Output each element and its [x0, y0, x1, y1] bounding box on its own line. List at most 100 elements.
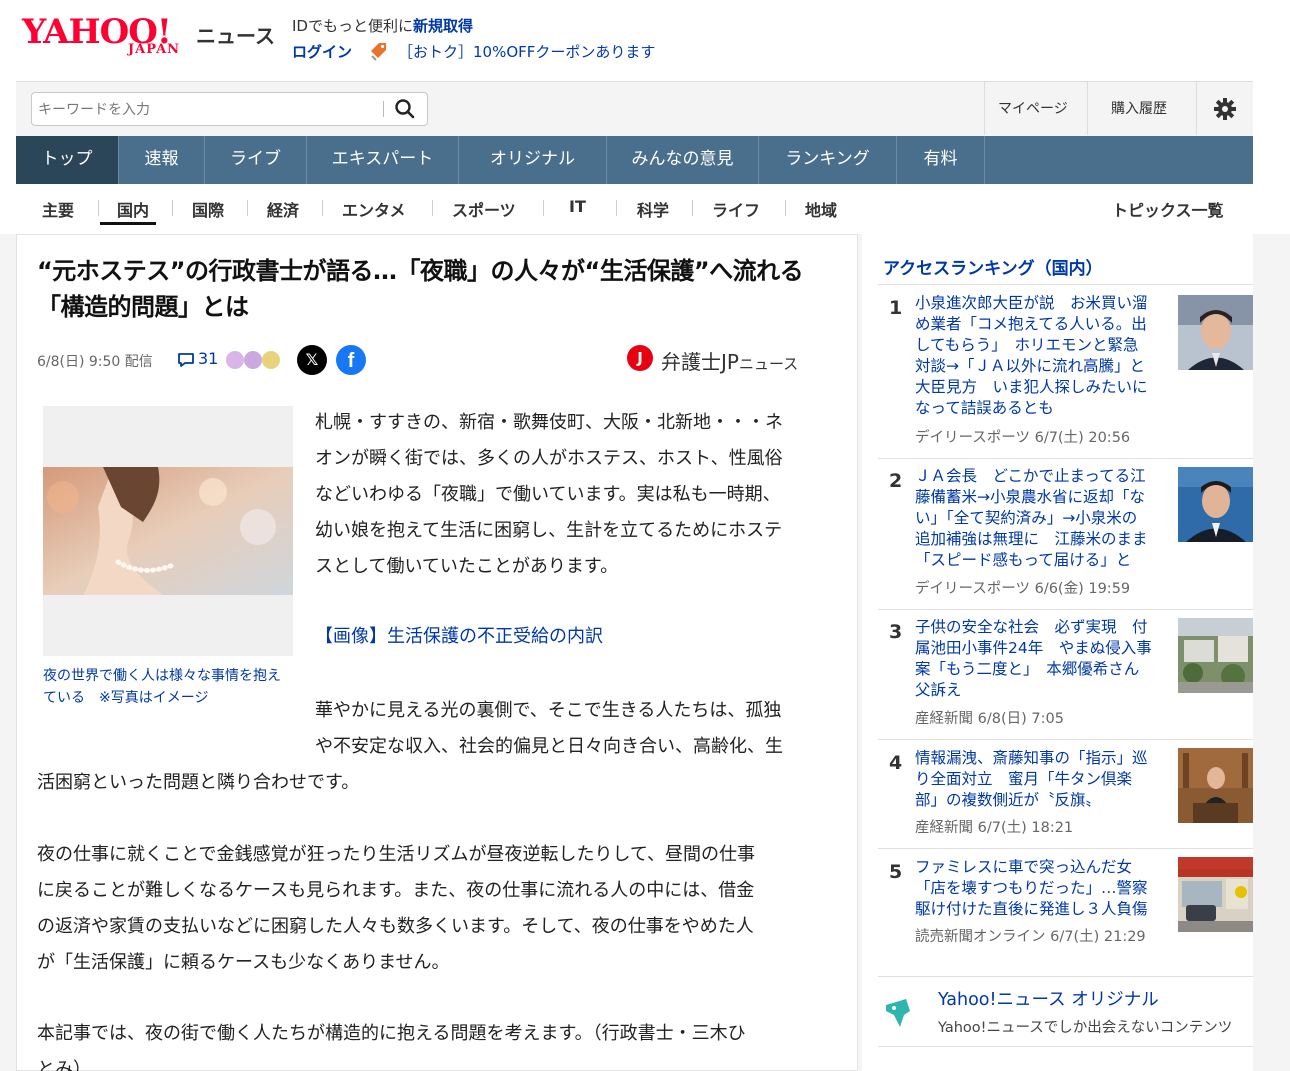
- ranking-source: 読売新聞オンライン 6/7(土) 21:29: [915, 929, 1146, 945]
- title-line: 小泉進次郎大臣が説 お米買い溜: [915, 294, 1148, 312]
- title-line: 子供の安全な社会 必ず実現 付: [915, 618, 1148, 636]
- title-line: 部」の複数側近が〝反旗〟: [915, 791, 1102, 809]
- login-link[interactable]: ログイン: [292, 41, 352, 62]
- divider: [543, 200, 544, 216]
- text-line: オンが瞬く街では、多くの人がホステス、ホスト、性風俗: [315, 448, 783, 469]
- purchase-history-link[interactable]: 購入履歴: [1111, 98, 1167, 118]
- reaction-face-icon: [262, 351, 280, 369]
- main-nav: トップ 速報 ライブ エキスパート オリジナル みんなの意見 ランキング 有料: [16, 136, 1253, 184]
- text-line: に戻ることが難しくなるケースも見られます。また、夜の仕事に流れる人の中には、借金: [37, 880, 755, 901]
- ranking-item-title[interactable]: 子供の安全な社会 必ず実現 付 属池田小事件24年 やまぬ侵入事 案「もう二度と…: [915, 617, 1167, 701]
- ranking-item-title[interactable]: ファミレスに車で突っ込んだ女 「店を壊すつもりだった」…警察 駆け付けた直後に発…: [915, 857, 1167, 920]
- ranking-source: 産経新聞 6/8(日) 7:05: [915, 711, 1064, 727]
- article-photo[interactable]: [43, 467, 293, 595]
- nav-expert[interactable]: エキスパート: [307, 136, 459, 184]
- subnav-science[interactable]: 科学: [637, 197, 669, 221]
- original-badge-icon: [886, 999, 910, 1027]
- publisher-name[interactable]: 弁護士JPニュース: [661, 346, 798, 375]
- article-date: 6/8(日) 9:50 配信: [37, 354, 153, 370]
- nav-paid[interactable]: 有料: [897, 136, 985, 184]
- rank-number: 5: [889, 861, 903, 883]
- nav-opinions[interactable]: みんなの意見: [607, 136, 759, 184]
- search-icon[interactable]: [390, 96, 420, 122]
- text-line: 活困窮といった問題と隣り合わせです。: [37, 772, 360, 793]
- publisher-name-text: 弁護士JP: [661, 350, 739, 374]
- coupon-tag-icon: [371, 43, 386, 61]
- share-facebook-icon[interactable]: f: [336, 345, 366, 375]
- nav-live[interactable]: ライブ: [205, 136, 307, 184]
- divider: [247, 200, 248, 216]
- reaction-face-icon: [226, 351, 244, 369]
- subnav-region[interactable]: 地域: [805, 197, 837, 221]
- subnav-economy[interactable]: 経済: [267, 197, 299, 221]
- subnav-sports[interactable]: スポーツ: [452, 197, 516, 221]
- subnav-it[interactable]: IT: [569, 197, 586, 216]
- ranking-item-title[interactable]: 情報漏洩、斎藤知事の「指示」巡 り全面対立 蜜月「牛タン倶楽 部」の複数側近が〝…: [915, 748, 1167, 811]
- ranking-source: 産経新聞 6/7(土) 18:21: [915, 820, 1074, 836]
- ranking-thumbnail[interactable]: [1178, 857, 1253, 932]
- search-input[interactable]: [38, 99, 380, 121]
- divider: [1196, 82, 1197, 135]
- publisher-logo-icon[interactable]: J: [627, 345, 653, 371]
- divider: [98, 200, 99, 216]
- ranking-source: デイリースポーツ 6/6(金) 19:59: [915, 581, 1131, 597]
- photo-caption[interactable]: 夜の世界で働く人は様々な事情を抱えている ※写真はイメージ: [43, 665, 293, 709]
- ranking-item-title[interactable]: 小泉進次郎大臣が説 お米買い溜 め業者「コメ抱えてる人いる。出 してもらう」 ホ…: [915, 293, 1167, 419]
- ranking-source: デイリースポーツ 6/7(土) 20:56: [915, 430, 1131, 446]
- article-paragraph-3: 夜の仕事に就くことで金銭感覚が狂ったり生活リズムが昼夜逆転したりして、昼間の仕事…: [37, 837, 842, 981]
- divider: [322, 200, 323, 216]
- subnav-entertainment[interactable]: エンタメ: [342, 197, 406, 221]
- divider: [878, 739, 1253, 740]
- rank-number: 3: [889, 621, 903, 643]
- nav-ranking[interactable]: ランキング: [759, 136, 897, 184]
- topics-list-link[interactable]: トピックス一覧: [1112, 197, 1224, 221]
- text-line: などいわゆる「夜職」で働いています。実は私も一時期、: [315, 484, 781, 505]
- divider: [432, 200, 433, 216]
- text-line: 華やかに見える光の裏側で、そこで生きる人たちは、孤独: [315, 700, 782, 721]
- nav-top[interactable]: トップ: [16, 136, 119, 184]
- subnav-life[interactable]: ライフ: [712, 197, 760, 221]
- text-line: 本記事では、夜の街で働く人たちが構造的に抱える問題を考えます。（行政書士・三木ひ: [37, 1023, 746, 1044]
- original-link[interactable]: Yahoo!ニュース オリジナル: [938, 986, 1159, 1011]
- subnav-active-indicator: [100, 222, 156, 225]
- text-line: 幼い娘を抱えて生活に困窮し、生計を立てるためにホステ: [315, 520, 783, 541]
- divider: [878, 458, 1253, 459]
- coupon-link[interactable]: ［おトク］10%OFFクーポンあります: [398, 41, 655, 62]
- id-promo-text: IDでもっと便利に: [292, 17, 413, 35]
- ranking-thumbnail[interactable]: [1178, 748, 1253, 823]
- title-line: い」「全て契約済み」→小泉米の: [915, 509, 1138, 527]
- title-line: 大臣見方 いま犯人探しみたいに: [915, 378, 1148, 396]
- share-x-icon[interactable]: 𝕏: [297, 345, 327, 375]
- ranking-thumbnail[interactable]: [1178, 467, 1253, 542]
- rank-number: 1: [889, 297, 903, 319]
- comment-icon[interactable]: [177, 352, 195, 368]
- comment-count[interactable]: 31: [198, 349, 218, 368]
- divider: [878, 609, 1253, 610]
- subnav-main[interactable]: 主要: [42, 197, 74, 221]
- divider: [878, 1046, 1253, 1047]
- divider: [1087, 82, 1088, 135]
- reaction-face-icon: [244, 351, 262, 369]
- text-line: が「生活保護」に頼るケースも少なくありません。: [37, 952, 450, 973]
- subnav-international[interactable]: 国際: [192, 197, 224, 221]
- nav-original[interactable]: オリジナル: [459, 136, 607, 184]
- mypage-link[interactable]: マイページ: [998, 98, 1068, 118]
- image-link[interactable]: 【画像】生活保護の不正受給の内訳: [315, 622, 603, 648]
- nav-breaking[interactable]: 速報: [119, 136, 205, 184]
- ranking-heading[interactable]: アクセスランキング（国内）: [883, 254, 1103, 279]
- signup-link[interactable]: 新規取得: [413, 17, 473, 35]
- id-promo: IDでもっと便利に新規取得: [292, 15, 473, 36]
- search-box: [31, 92, 428, 126]
- ranking-item-title[interactable]: ＪＡ会長 どこかで止まってる江 藤備蓄米→小泉農水省に返却「な い」「全て契約済…: [915, 466, 1167, 571]
- news-logo-text[interactable]: ニュース: [196, 20, 275, 49]
- gear-icon[interactable]: [1212, 96, 1238, 122]
- title-line: 藤備蓄米→小泉農水省に返却「な: [915, 488, 1145, 506]
- divider: [692, 200, 693, 216]
- divider: [785, 200, 786, 216]
- rank-number: 2: [889, 470, 903, 492]
- ranking-thumbnail[interactable]: [1178, 618, 1253, 693]
- ranking-thumbnail[interactable]: [1178, 295, 1253, 370]
- text-line: 札幌・すすきの、新宿・歌舞伎町、大阪・北新地・・・ネ: [315, 412, 783, 433]
- search-divider: [383, 101, 384, 117]
- subnav-domestic[interactable]: 国内: [117, 197, 149, 221]
